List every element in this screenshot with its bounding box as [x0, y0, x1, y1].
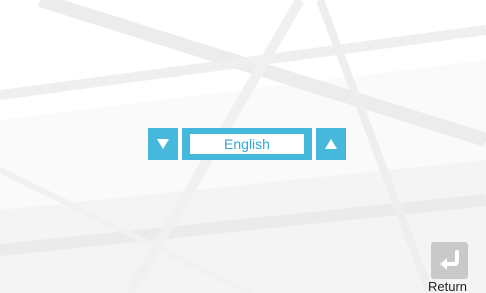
- return-arrow-icon: [431, 242, 468, 279]
- language-next-button[interactable]: [316, 128, 346, 160]
- return-label: Return: [428, 279, 468, 293]
- triangle-up-icon: [325, 139, 337, 149]
- settings-screen: English Return: [0, 0, 486, 293]
- language-value: English: [190, 134, 304, 154]
- selector-divider: [178, 128, 182, 160]
- return-button[interactable]: Return: [428, 242, 482, 293]
- language-selector: English: [148, 128, 346, 160]
- triangle-down-icon: [157, 139, 169, 149]
- language-prev-button[interactable]: [148, 128, 178, 160]
